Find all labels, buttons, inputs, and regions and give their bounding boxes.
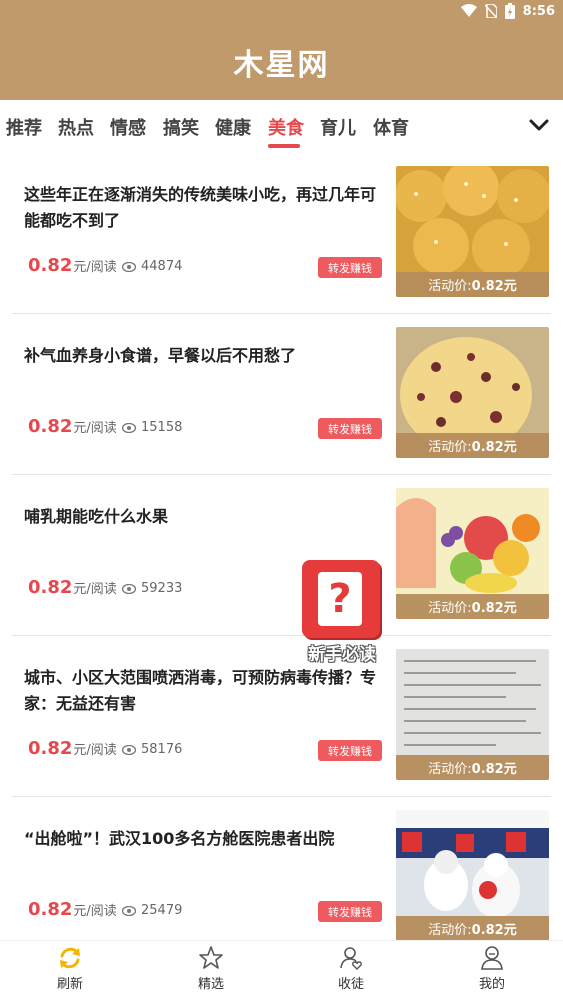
view-count: 59233 <box>141 581 183 596</box>
article-earnings: 0.82 元/阅读 <box>28 899 117 920</box>
promo-label: 活动价: <box>428 923 472 938</box>
nav-featured-label: 精选 <box>197 977 224 992</box>
article-price: 0.82 <box>28 738 73 759</box>
article-thumbnail[interactable]: 活动价: 0.82元 <box>396 166 549 297</box>
tab-hot[interactable]: 热点 <box>58 114 94 140</box>
view-count: 58176 <box>141 742 183 757</box>
eye-icon <box>122 905 136 916</box>
app-title: 木星网 <box>233 48 330 83</box>
view-count: 44874 <box>141 259 183 274</box>
promo-price-tag: 活动价: 0.82元 <box>396 755 549 780</box>
status-icons: 8:56 <box>460 3 555 19</box>
promo-price: 0.82元 <box>471 279 517 294</box>
article-price-unit: 元/阅读 <box>73 260 117 275</box>
apprentice-icon <box>340 947 362 970</box>
chevron-down-icon[interactable] <box>528 116 550 134</box>
article-views: 44874 <box>122 259 182 274</box>
article-views: 58176 <box>122 742 182 757</box>
tab-sports[interactable]: 体育 <box>373 114 409 140</box>
article-title[interactable]: 城市、小区大范围喷洒消毒，可预防病毒传播？专家：无益还有害 <box>24 665 384 717</box>
article-title[interactable]: 哺乳期能吃什么水果 <box>24 504 384 530</box>
app-header: 木星网 <box>0 24 563 100</box>
question-icon: ? <box>318 572 362 626</box>
star-icon <box>199 946 223 969</box>
nav-profile-label: 我的 <box>478 977 505 992</box>
battery-charging-icon <box>504 3 515 19</box>
eye-icon <box>122 422 136 433</box>
promo-label: 活动价: <box>428 601 472 616</box>
article-price-unit: 元/阅读 <box>73 743 117 758</box>
article-price: 0.82 <box>28 416 73 437</box>
promo-label: 活动价: <box>428 762 472 777</box>
article-item[interactable]: 补气血养身小食谱，早餐以后不用愁了 0.82 元/阅读 15158 转发赚钱 活… <box>12 313 551 475</box>
tab-parenting[interactable]: 育儿 <box>320 114 356 140</box>
article-thumbnail[interactable]: 活动价: 0.82元 <box>396 810 549 941</box>
share-earn-button[interactable]: 转发赚钱 <box>318 418 382 439</box>
promo-price: 0.82元 <box>471 923 517 938</box>
promo-price-tag: 活动价: 0.82元 <box>396 272 549 297</box>
wifi-icon <box>460 4 477 17</box>
promo-price: 0.82元 <box>471 762 517 777</box>
eye-icon <box>122 744 136 755</box>
tab-emotion[interactable]: 情感 <box>110 114 146 140</box>
article-earnings: 0.82 元/阅读 <box>28 738 117 759</box>
promo-label: 活动价: <box>428 440 472 455</box>
article-price-unit: 元/阅读 <box>73 421 117 436</box>
no-sim-icon <box>484 4 497 18</box>
nav-apprentice-label: 收徒 <box>337 977 364 992</box>
nav-apprentice[interactable]: 收徒 <box>311 945 391 992</box>
share-earn-button[interactable]: 转发赚钱 <box>318 257 382 278</box>
article-thumbnail[interactable]: 活动价: 0.82元 <box>396 488 549 619</box>
promo-price-tag: 活动价: 0.82元 <box>396 433 549 458</box>
article-title[interactable]: 这些年正在逐渐消失的传统美味小吃，再过几年可能都吃不到了 <box>24 182 384 234</box>
nav-refresh-label: 刷新 <box>56 977 83 992</box>
article-thumbnail[interactable]: 活动价: 0.82元 <box>396 649 549 780</box>
newbie-guide-floating-button[interactable]: ? 新手必读 <box>300 560 384 668</box>
tab-food[interactable]: 美食 <box>268 114 304 140</box>
bottom-nav: 刷新 精选 收徒 我的 <box>0 940 563 1000</box>
article-thumbnail[interactable]: 活动价: 0.82元 <box>396 327 549 458</box>
article-item[interactable]: 这些年正在逐渐消失的传统美味小吃，再过几年可能都吃不到了 0.82 元/阅读 4… <box>12 152 551 314</box>
tab-recommend[interactable]: 推荐 <box>6 114 42 140</box>
share-earn-button[interactable]: 转发赚钱 <box>318 740 382 761</box>
article-views: 25479 <box>122 903 182 918</box>
profile-icon <box>481 946 503 970</box>
view-count: 25479 <box>141 903 183 918</box>
promo-price-tag: 活动价: 0.82元 <box>396 916 549 941</box>
tab-funny[interactable]: 搞笑 <box>163 114 199 140</box>
promo-label: 活动价: <box>428 279 472 294</box>
eye-icon <box>122 261 136 272</box>
promo-price: 0.82元 <box>471 440 517 455</box>
eye-icon <box>122 583 136 594</box>
article-earnings: 0.82 元/阅读 <box>28 416 117 437</box>
refresh-icon <box>60 947 80 969</box>
tab-health[interactable]: 健康 <box>215 114 251 140</box>
guide-book[interactable]: ? <box>302 560 380 638</box>
article-views: 59233 <box>122 581 182 596</box>
article-item[interactable]: “出舱啦”！武汉100多名方舱医院患者出院 0.82 元/阅读 25479 转发… <box>12 796 551 958</box>
article-title[interactable]: 补气血养身小食谱，早餐以后不用愁了 <box>24 343 384 369</box>
newbie-guide-label[interactable]: 新手必读 <box>300 640 384 665</box>
nav-featured[interactable]: 精选 <box>171 945 251 992</box>
active-tab-indicator <box>268 144 300 148</box>
article-views: 15158 <box>122 420 182 435</box>
promo-price: 0.82元 <box>471 601 517 616</box>
article-price: 0.82 <box>28 577 73 598</box>
article-price-unit: 元/阅读 <box>73 904 117 919</box>
share-earn-button[interactable]: 转发赚钱 <box>318 901 382 922</box>
article-earnings: 0.82 元/阅读 <box>28 255 117 276</box>
view-count: 15158 <box>141 420 183 435</box>
promo-price-tag: 活动价: 0.82元 <box>396 594 549 619</box>
article-item[interactable]: 城市、小区大范围喷洒消毒，可预防病毒传播？专家：无益还有害 0.82 元/阅读 … <box>12 635 551 797</box>
nav-refresh[interactable]: 刷新 <box>30 945 110 992</box>
status-bar: 8:56 <box>0 0 563 24</box>
article-price-unit: 元/阅读 <box>73 582 117 597</box>
article-price: 0.82 <box>28 899 73 920</box>
status-time: 8:56 <box>522 3 555 19</box>
article-earnings: 0.82 元/阅读 <box>28 577 117 598</box>
article-title[interactable]: “出舱啦”！武汉100多名方舱医院患者出院 <box>24 826 384 852</box>
article-price: 0.82 <box>28 255 73 276</box>
nav-profile[interactable]: 我的 <box>452 945 532 992</box>
article-item[interactable]: 哺乳期能吃什么水果 0.82 元/阅读 59233 活动价: 0.82元 <box>12 474 551 636</box>
